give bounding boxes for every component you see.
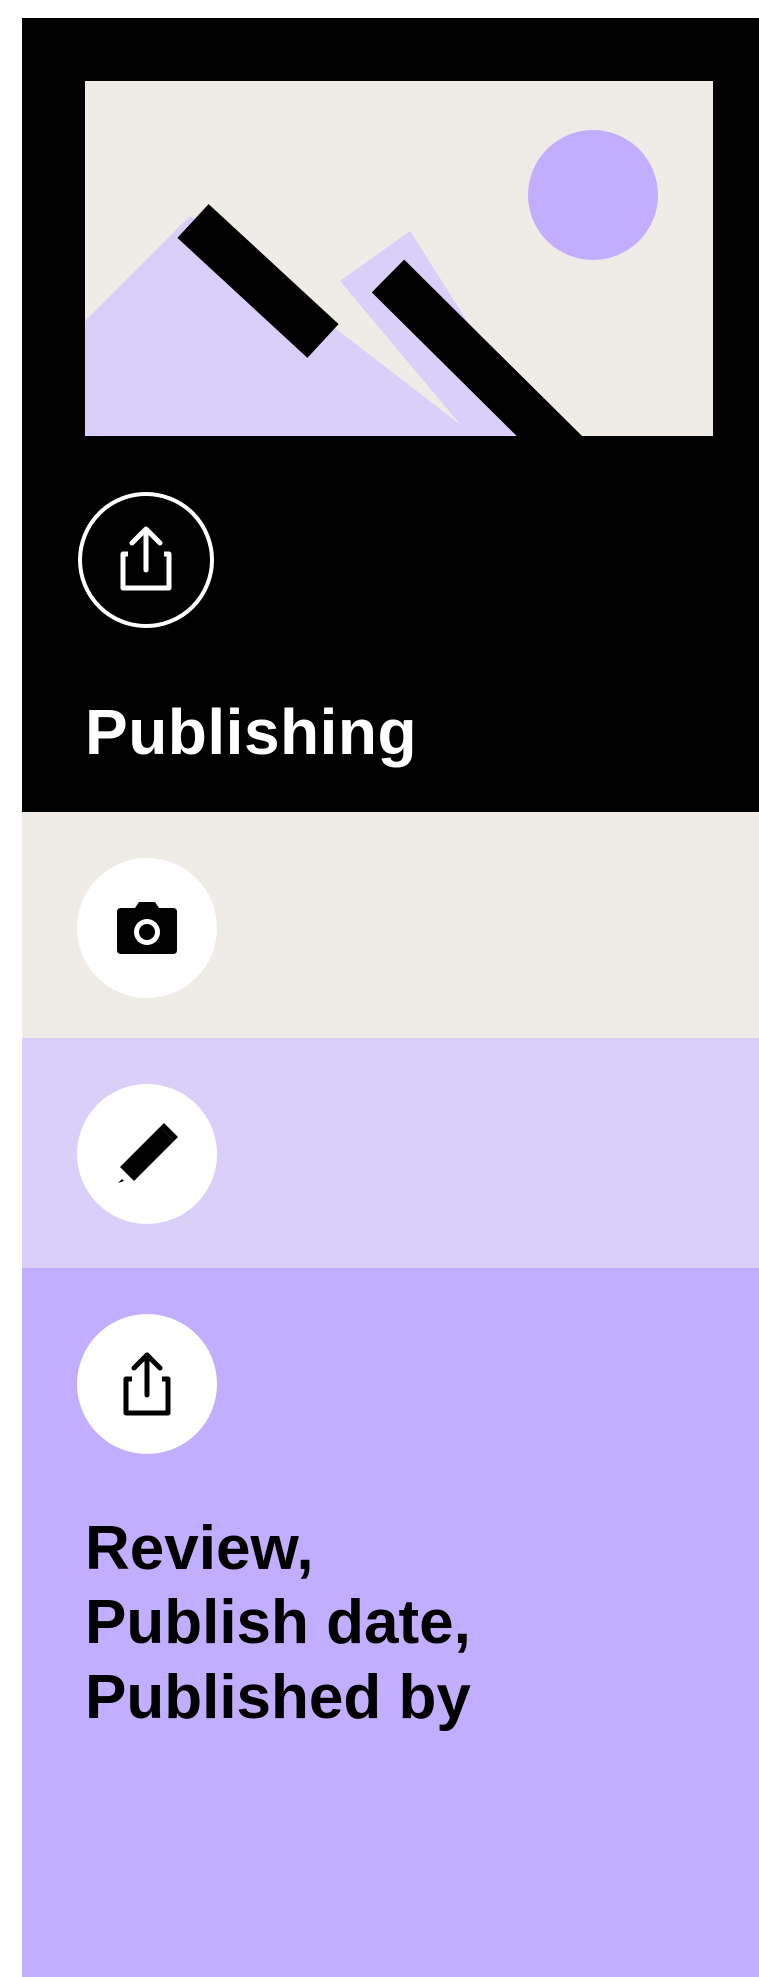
publishing-card: Publishing	[22, 18, 759, 812]
card-title: Publishing	[85, 696, 418, 768]
camera-icon	[117, 902, 177, 954]
camera-button[interactable]	[77, 858, 217, 998]
detail-publish-date: Publish date,	[85, 1588, 471, 1658]
image-placeholder-icon	[85, 81, 713, 436]
share-upload-icon	[123, 1352, 171, 1416]
step-capture	[22, 812, 759, 1038]
detail-review: Review,	[85, 1514, 314, 1583]
step-publish: Review, Publish date, Published by	[22, 1268, 759, 1977]
edit-button[interactable]	[77, 1084, 217, 1224]
pencil-icon	[118, 1123, 178, 1183]
step-edit	[22, 1038, 759, 1268]
publish-details-text: Review, Publish date, Published by	[85, 1512, 725, 1735]
detail-published-by: Published by	[85, 1662, 471, 1732]
share-button[interactable]	[77, 1314, 217, 1454]
share-upload-icon[interactable]	[76, 490, 216, 630]
